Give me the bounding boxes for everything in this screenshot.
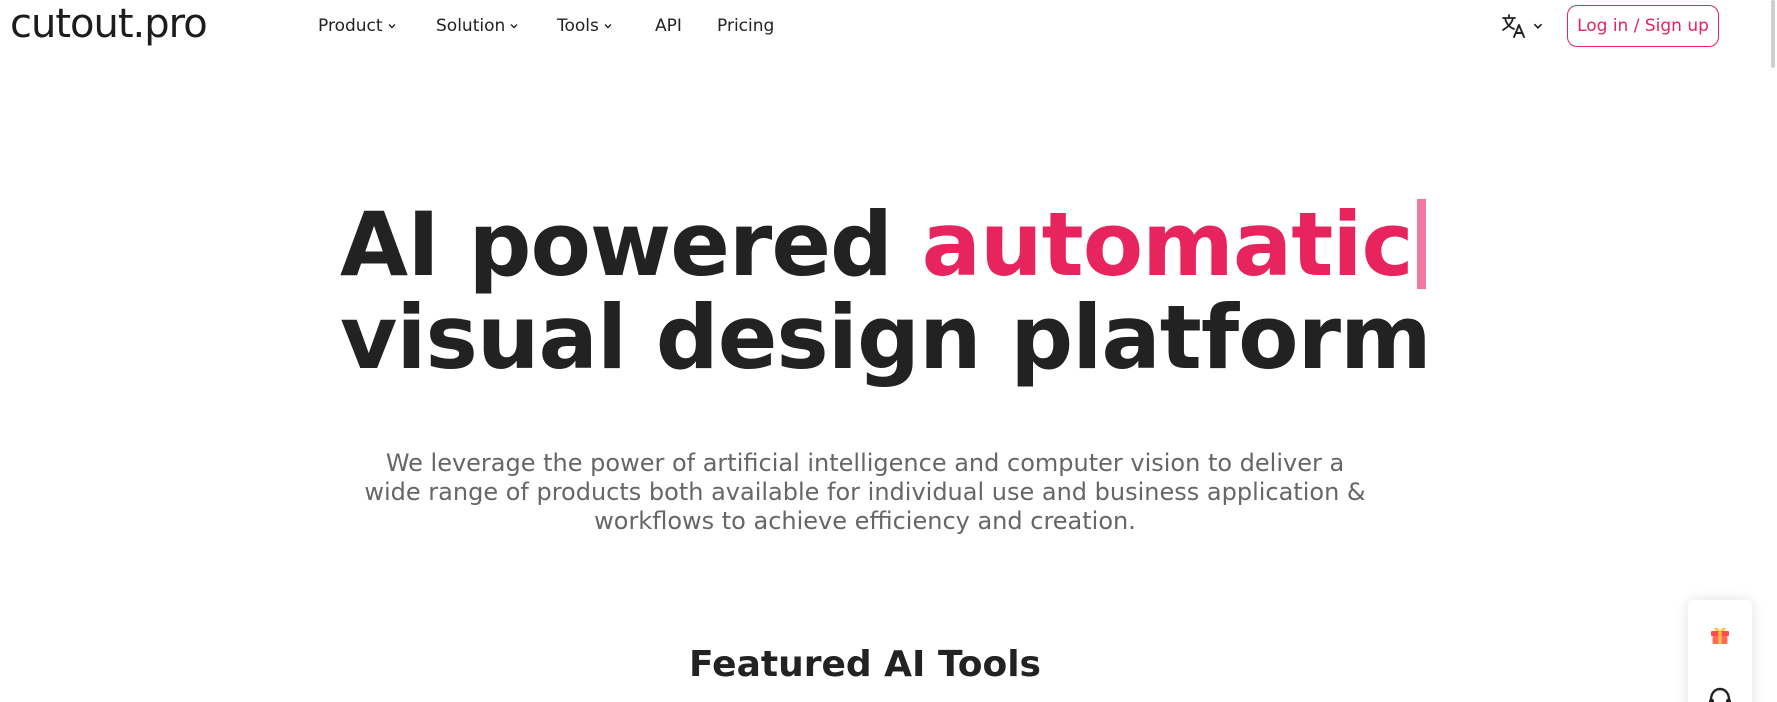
nav-product-label: Product: [318, 16, 383, 36]
hero-title-line2: visual design platform: [340, 286, 1432, 389]
login-signup-button[interactable]: Log in / Sign up: [1567, 5, 1719, 47]
typing-cursor: [1416, 199, 1426, 289]
nav-tools[interactable]: Tools: [557, 14, 655, 38]
gift-icon[interactable]: [1708, 622, 1732, 646]
page: cutout.pro Product Solution Tools API Pr…: [0, 0, 1777, 702]
main-nav: Product Solution Tools API Pricing: [318, 14, 787, 38]
top-nav-bar: cutout.pro Product Solution Tools API Pr…: [0, 0, 1777, 52]
hero-subtitle: We leverage the power of artificial inte…: [364, 449, 1366, 535]
nav-solution-label: Solution: [436, 16, 506, 36]
hero-title-line1: AI powered automatic: [340, 198, 1500, 291]
nav-solution[interactable]: Solution: [436, 14, 557, 38]
nav-api[interactable]: API: [655, 14, 717, 38]
floating-side-widget: [1688, 600, 1752, 702]
nav-pricing-label: Pricing: [717, 16, 775, 36]
logo[interactable]: cutout.pro: [10, 0, 208, 48]
chevron-down-icon: [388, 24, 396, 29]
nav-pricing[interactable]: Pricing: [717, 14, 787, 38]
chevron-down-icon: [604, 24, 612, 29]
nav-tools-label: Tools: [557, 16, 599, 36]
nav-product[interactable]: Product: [318, 14, 436, 38]
hero-title-accent: automatic: [921, 193, 1414, 296]
support-icon[interactable]: [1707, 686, 1733, 702]
hero-title-prefix: AI powered: [340, 193, 922, 296]
hero-title: AI powered automatic visual design platf…: [340, 198, 1500, 384]
language-selector[interactable]: [1500, 12, 1544, 40]
nav-api-label: API: [655, 16, 682, 36]
featured-tools-heading: Featured AI Tools: [689, 644, 1041, 685]
translate-icon: [1502, 14, 1525, 38]
chevron-down-icon: [510, 24, 518, 29]
chevron-down-icon: [1533, 23, 1543, 29]
scrollbar-thumb[interactable]: [1771, 0, 1775, 68]
scrollbar-track[interactable]: [1763, 0, 1777, 702]
